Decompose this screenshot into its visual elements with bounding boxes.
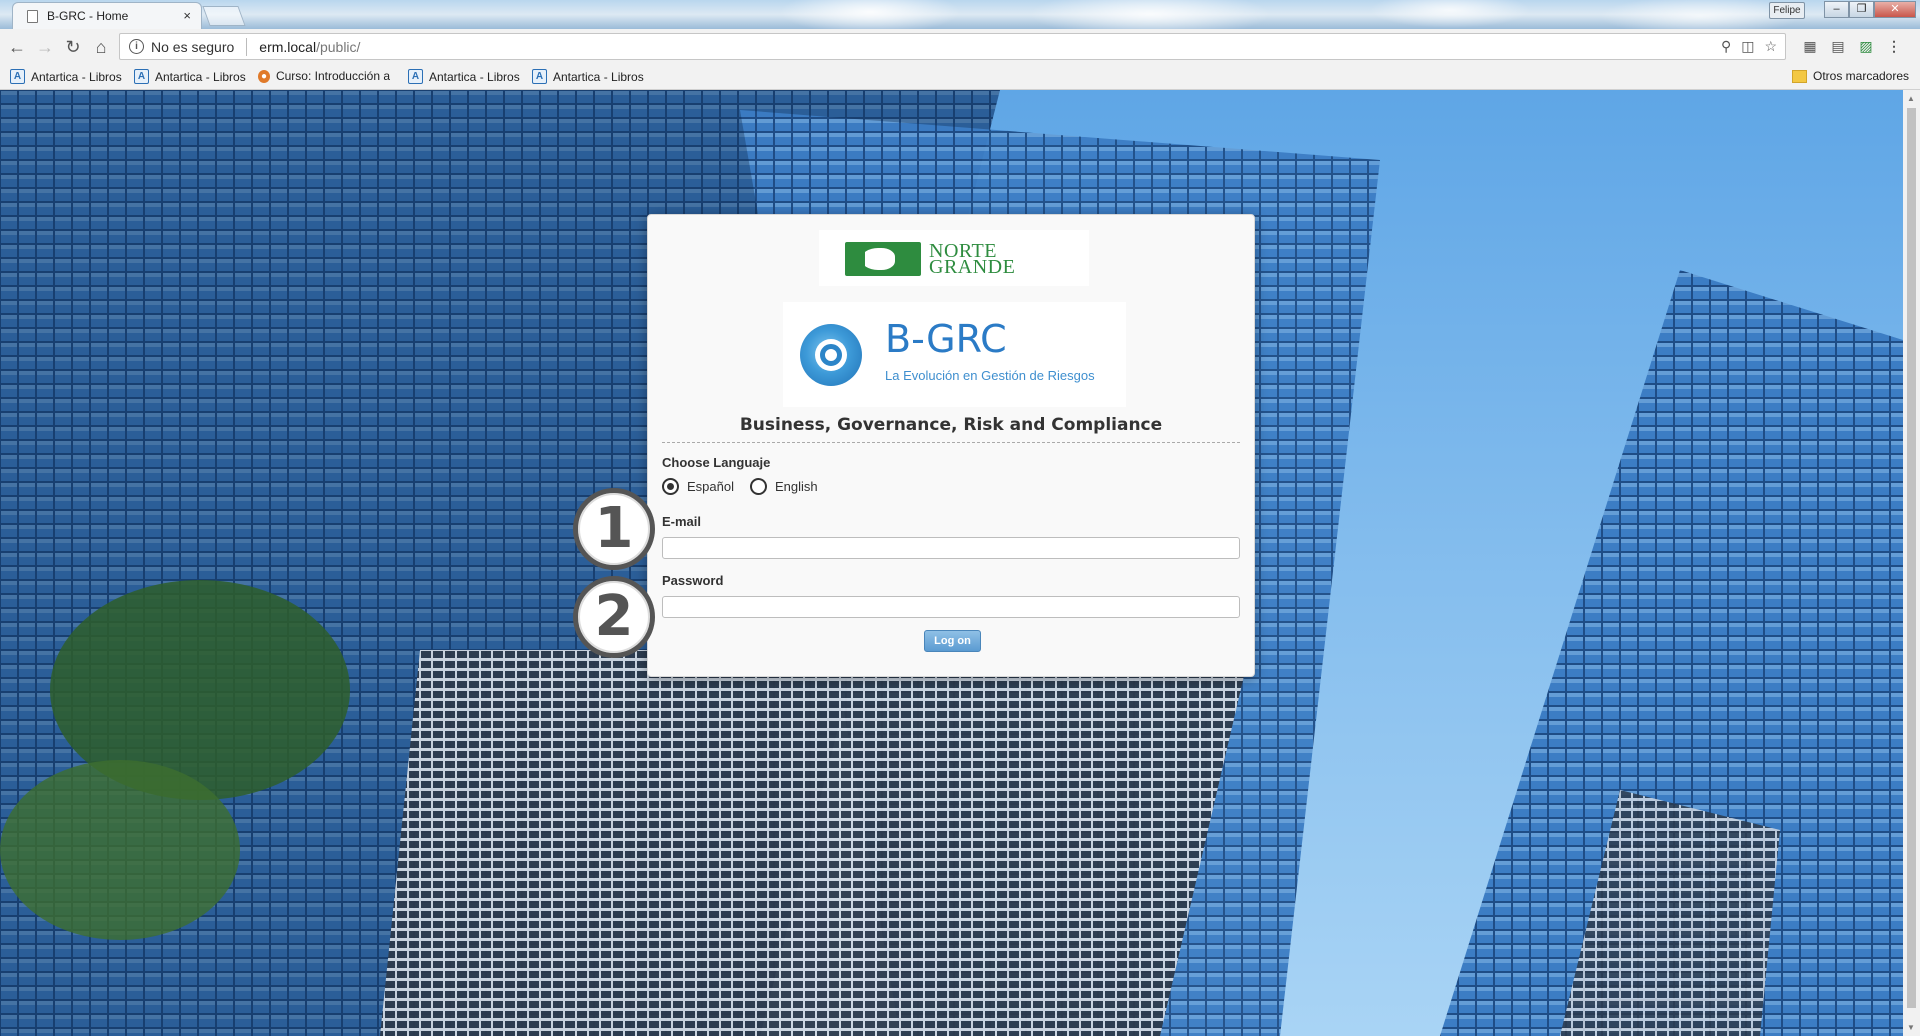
url-host: erm.local	[259, 38, 317, 55]
browser-tab[interactable]: B-GRC - Home ×	[12, 2, 202, 29]
other-bookmarks-folder[interactable]: Otros marcadores	[1792, 69, 1909, 83]
restore-button[interactable]: ❐	[1849, 1, 1874, 18]
minimize-button[interactable]: –	[1824, 1, 1849, 18]
profile-button[interactable]: Felipe	[1769, 2, 1805, 19]
translate-icon[interactable]: ◫	[1741, 38, 1754, 55]
radio-english-label[interactable]: English	[775, 479, 818, 494]
tab-close-icon[interactable]: ×	[183, 8, 191, 23]
folder-icon	[1792, 69, 1807, 83]
other-bookmarks-label: Otros marcadores	[1813, 69, 1910, 83]
email-field[interactable]	[662, 537, 1240, 559]
bookmark-label: Antartica - Libros	[553, 69, 644, 84]
scroll-down-icon[interactable]: ▼	[1907, 1023, 1915, 1032]
bookmark-item[interactable]: A Antartica - Libros	[532, 69, 644, 84]
antartica-icon: A	[134, 69, 149, 84]
zoom-icon[interactable]: ⚲	[1721, 38, 1731, 55]
bookmarks-bar: A Antartica - Libros A Antartica - Libro…	[0, 65, 1920, 90]
password-label: Password	[662, 573, 724, 588]
bookmark-star-icon[interactable]: ☆	[1764, 38, 1777, 55]
home-icon[interactable]: ⌂	[89, 35, 113, 59]
info-icon[interactable]: i	[129, 39, 144, 54]
antartica-icon: A	[532, 69, 547, 84]
bookmark-item[interactable]: A Antartica - Libros	[10, 69, 122, 84]
language-label: Choose Languaje	[662, 455, 771, 470]
scroll-up-icon[interactable]: ▲	[1907, 94, 1915, 103]
callout-step-1: 1	[573, 488, 655, 570]
page-scrollbar[interactable]: ▲ ▼	[1903, 90, 1920, 1036]
login-card: NORTE GRANDE B-GRC La Evolución en Gesti…	[647, 214, 1255, 677]
norte-grande-logo: NORTE GRANDE	[819, 230, 1089, 286]
radio-espanol-label[interactable]: Español	[687, 479, 734, 494]
bgrc-circle-icon	[800, 324, 862, 386]
language-radio-group: Español English	[662, 478, 818, 495]
reload-icon[interactable]: ↻	[61, 35, 85, 59]
extension-puzzle-icon[interactable]: ▨	[1856, 36, 1876, 56]
browser-tab-strip: B-GRC - Home × Felipe – ❐ ✕	[0, 0, 1920, 29]
extension-icon[interactable]: ▦	[1800, 36, 1820, 56]
bookmark-label: Antartica - Libros	[31, 69, 122, 84]
close-window-button[interactable]: ✕	[1874, 1, 1916, 18]
password-field[interactable]	[662, 596, 1240, 618]
bookmark-item[interactable]: A Antartica - Libros	[408, 69, 520, 84]
norte-grande-mark-icon	[845, 242, 921, 276]
security-status[interactable]: No es seguro	[151, 39, 234, 55]
bgrc-logo: B-GRC La Evolución en Gestión de Riesgos	[783, 302, 1126, 407]
back-arrow-icon[interactable]: ←	[5, 35, 29, 59]
address-divider	[246, 37, 248, 56]
tab-title: B-GRC - Home	[47, 9, 129, 23]
browser-toolbar: ← → ↻ ⌂ i No es seguro erm.local/public/…	[0, 29, 1920, 66]
antartica-icon: A	[408, 69, 423, 84]
product-tagline: La Evolución en Gestión de Riesgos	[885, 368, 1095, 383]
new-tab-button[interactable]	[202, 6, 246, 26]
course-icon: ●	[258, 69, 270, 83]
scrollbar-thumb[interactable]	[1907, 108, 1916, 1008]
log-on-button[interactable]: Log on	[924, 630, 981, 652]
bookmark-label: Antartica - Libros	[429, 69, 520, 84]
bookmark-item[interactable]: ● Curso: Introducción a	[258, 69, 390, 83]
heading-divider	[662, 442, 1240, 443]
bookmark-label: Antartica - Libros	[155, 69, 246, 84]
callout-step-2: 2	[573, 576, 655, 658]
norte-grande-wordmark: NORTE GRANDE	[929, 240, 1016, 278]
product-name: B-GRC	[885, 317, 1007, 361]
extension-translate-icon[interactable]: ▤	[1828, 36, 1848, 56]
email-label: E-mail	[662, 514, 702, 529]
radio-espanol[interactable]	[662, 478, 679, 495]
login-heading: Business, Governance, Risk and Complianc…	[739, 415, 1163, 435]
bookmark-item[interactable]: A Antartica - Libros	[134, 69, 246, 84]
window-frame-background	[0, 0, 1920, 29]
forward-arrow-icon[interactable]: →	[33, 35, 57, 59]
url-path: /public/	[316, 38, 361, 55]
page-icon	[27, 9, 38, 23]
address-bar[interactable]: i No es seguro erm.local/public/ ⚲ ◫ ☆	[119, 33, 1786, 60]
bookmark-label: Curso: Introducción a	[275, 69, 390, 83]
antartica-icon: A	[10, 69, 25, 84]
browser-menu-icon[interactable]: ⋮	[1884, 36, 1904, 56]
radio-english[interactable]	[749, 478, 767, 495]
